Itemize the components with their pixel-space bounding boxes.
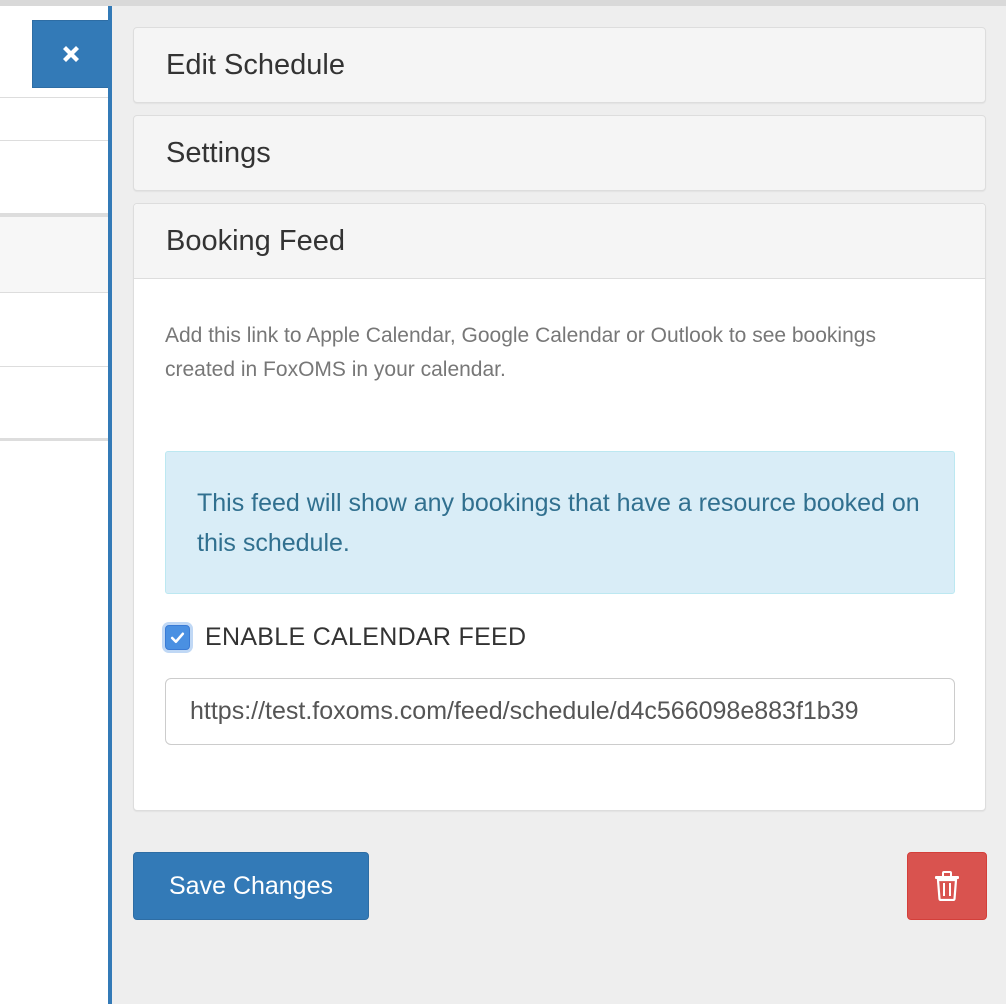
accordion-header-booking-feed[interactable]: Booking Feed <box>134 204 985 279</box>
enable-feed-label: ENABLE CALENDAR FEED <box>205 622 527 651</box>
feed-url-field[interactable] <box>165 678 955 745</box>
background-row-divider <box>0 292 108 293</box>
checkmark-icon <box>170 632 185 643</box>
close-panel-button[interactable] <box>32 20 110 88</box>
close-icon <box>63 46 79 62</box>
enable-feed-checkbox[interactable] <box>165 624 190 650</box>
save-changes-button[interactable]: Save Changes <box>133 852 369 920</box>
screen: Edit Schedule Settings Booking Feed Add … <box>0 0 1006 1004</box>
background-row-divider <box>0 97 108 98</box>
booking-feed-description: Add this link to Apple Calendar, Google … <box>165 324 876 381</box>
background-row-highlight <box>0 217 108 292</box>
schedule-side-panel: Edit Schedule Settings Booking Feed Add … <box>108 6 1006 1004</box>
info-alert: This feed will show any bookings that ha… <box>165 451 955 594</box>
background-section-divider <box>0 438 108 441</box>
accordion-settings[interactable]: Settings <box>133 115 986 191</box>
accordion-edit-schedule[interactable]: Edit Schedule <box>133 27 986 103</box>
booking-feed-body: Add this link to Apple Calendar, Google … <box>134 319 985 745</box>
accordion-booking-feed: Booking Feed Add this link to Apple Cale… <box>133 203 986 811</box>
enable-feed-row[interactable]: ENABLE CALENDAR FEED <box>165 622 954 652</box>
trash-icon <box>935 871 959 901</box>
accordion-header-edit-schedule[interactable]: Edit Schedule <box>134 28 985 102</box>
accordion-header-settings[interactable]: Settings <box>134 116 985 190</box>
background-list <box>0 6 108 1004</box>
background-row-divider <box>0 140 108 141</box>
delete-schedule-button[interactable] <box>907 852 987 920</box>
background-row-divider <box>0 366 108 367</box>
